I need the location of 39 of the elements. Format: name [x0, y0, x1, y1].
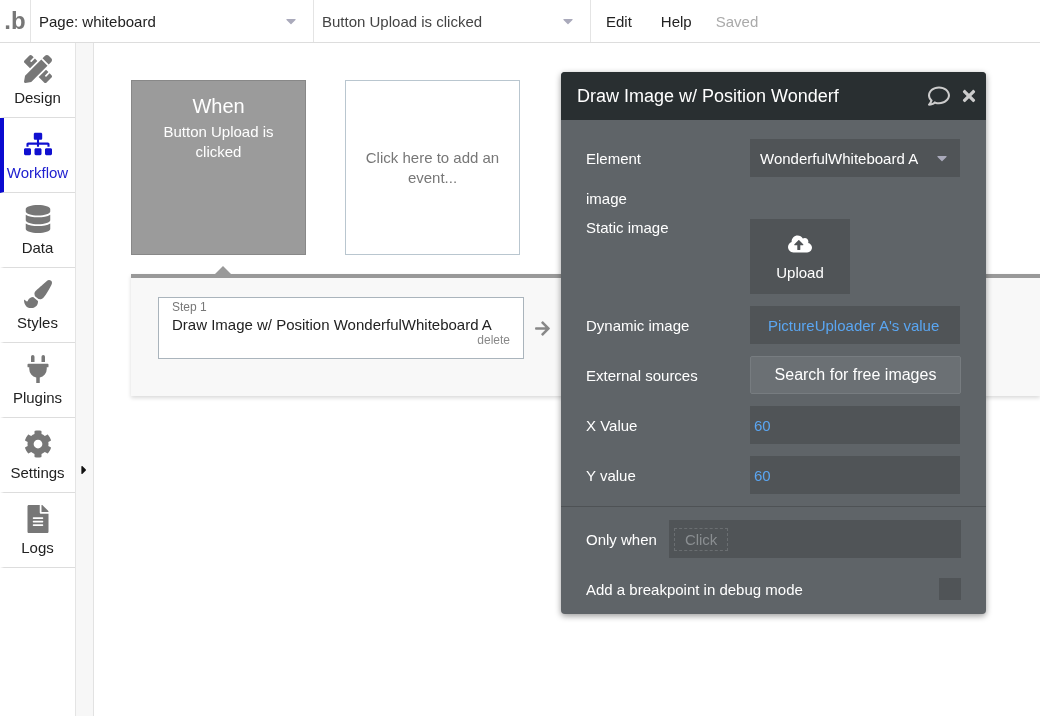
field-label: Only when — [586, 530, 657, 548]
sidebar-tab[interactable]: Styles — [0, 268, 75, 343]
event-title: When — [192, 95, 245, 118]
upload-button[interactable]: Upload — [750, 219, 850, 294]
event-description: Button Upload is clicked — [162, 122, 275, 162]
popup-title: Draw Image w/ Position Wonderf — [577, 85, 840, 107]
app-logo[interactable]: .b — [0, 0, 31, 42]
field-label: Static image — [586, 219, 670, 236]
sidebar-tab[interactable]: Logs — [0, 493, 75, 568]
delete-link[interactable]: delete — [477, 333, 510, 347]
search-images-button[interactable]: Search for free images — [750, 356, 961, 394]
pencil-ruler-icon — [23, 54, 52, 83]
element-dropdown[interactable]: WonderfulWhiteboard A — [750, 139, 960, 177]
sidebar-tab[interactable]: Settings — [0, 418, 75, 493]
add-event-card[interactable]: Click here to add an event... — [345, 80, 520, 255]
close-icon[interactable] — [960, 87, 978, 105]
field-label: X Value — [586, 416, 639, 434]
database-icon — [23, 204, 52, 233]
sidebar-tab[interactable]: Data — [0, 193, 75, 268]
step-card[interactable]: Step 1 Draw Image w/ Position WonderfulWhiteboard A delete — [158, 297, 524, 359]
save-status: Saved — [714, 11, 759, 32]
comment-icon[interactable] — [928, 85, 950, 107]
section-heading: image — [586, 189, 628, 207]
page-dropdown[interactable]: Page: whiteboard — [31, 0, 314, 42]
field-label: Element — [586, 149, 643, 167]
field-label: Y value — [586, 466, 637, 484]
settings-icon — [23, 429, 52, 458]
menu-item[interactable]: Help — [646, 0, 706, 42]
arrow-right-icon[interactable] — [534, 319, 551, 337]
field-label: External sources — [586, 366, 699, 384]
step-label: Step 1 — [172, 300, 208, 314]
field-label: Add a breakpoint in debug mode — [586, 580, 803, 598]
event-dropdown[interactable]: Button Upload is clicked — [314, 0, 591, 42]
menu-item[interactable]: Edit — [591, 0, 647, 42]
sidebar-tab[interactable]: Design — [0, 43, 75, 118]
paintbrush-icon — [23, 279, 52, 308]
step-title: Draw Image w/ Position WonderfulWhiteboard A — [172, 316, 493, 333]
sidebar-tab[interactable]: Plugins — [0, 343, 75, 418]
field-label: Dynamic image — [586, 316, 691, 334]
